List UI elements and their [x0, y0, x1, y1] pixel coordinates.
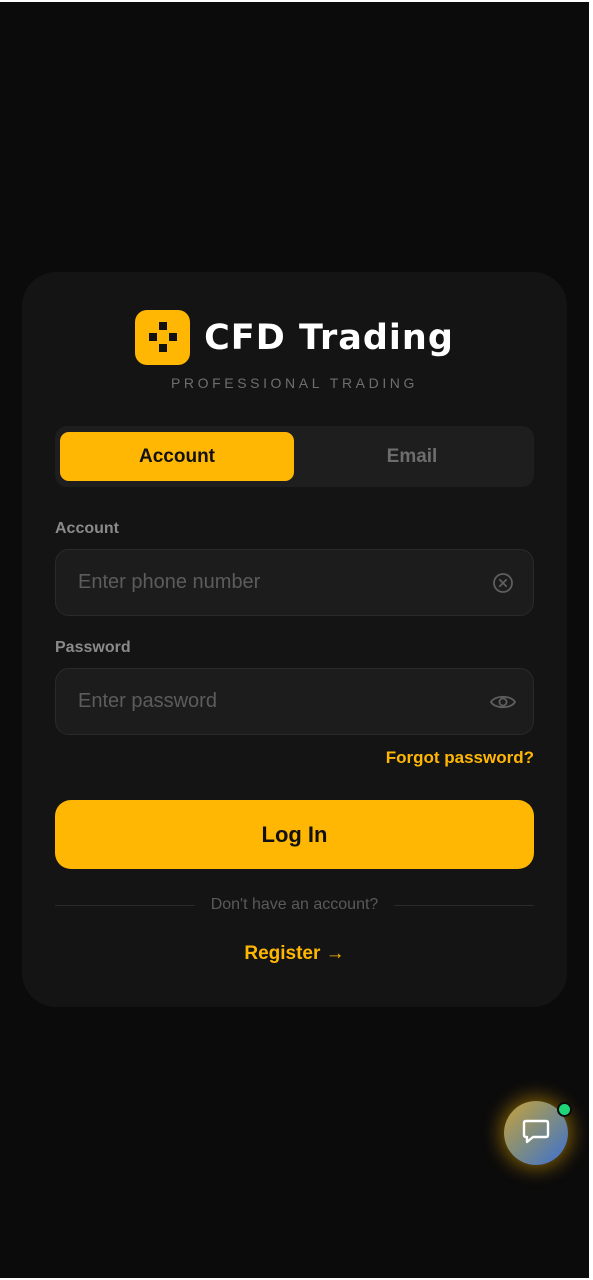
password-field: [55, 668, 534, 735]
password-label: Password: [55, 639, 131, 656]
account-input[interactable]: [56, 570, 481, 595]
account-field: [55, 549, 534, 616]
logo-icon: [135, 310, 191, 365]
register-divider: Don't have an account?: [55, 896, 534, 914]
eye-icon[interactable]: [481, 680, 525, 724]
register-link[interactable]: Register →: [22, 943, 567, 965]
app-title: CFD Trading: [204, 317, 454, 358]
forgot-password-link[interactable]: Forgot password?: [386, 748, 534, 768]
login-screen: CFD Trading PROFESSIONAL TRADING Account…: [0, 2, 589, 1278]
no-account-text: Don't have an account?: [210, 896, 379, 913]
tab-email[interactable]: Email: [295, 432, 529, 481]
login-method-tabs: Account Email: [55, 426, 534, 487]
clear-circle-icon[interactable]: [481, 561, 525, 605]
brand-header: CFD Trading: [22, 310, 567, 365]
chat-support-button[interactable]: [504, 1101, 572, 1165]
login-card: CFD Trading PROFESSIONAL TRADING Account…: [22, 272, 567, 1007]
login-button[interactable]: Log In: [55, 800, 534, 869]
divider-line-left: [55, 904, 195, 906]
online-status-dot: [557, 1102, 572, 1117]
tab-account[interactable]: Account: [60, 432, 294, 481]
account-label: Account: [55, 520, 119, 537]
chat-bubble-icon: [520, 1115, 552, 1152]
divider-line-right: [394, 904, 534, 906]
password-input[interactable]: [56, 689, 481, 714]
app-subtitle: PROFESSIONAL TRADING: [170, 375, 419, 391]
